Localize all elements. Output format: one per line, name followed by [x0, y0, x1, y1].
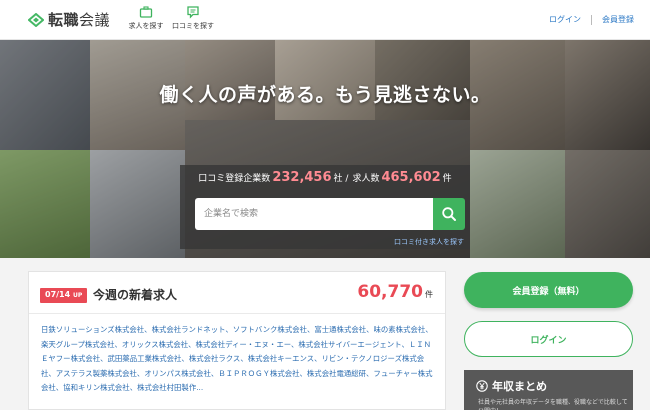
- badge-date: 07/14: [45, 290, 71, 299]
- nav-jobs-label: 求人を探す: [128, 22, 164, 30]
- company-list[interactable]: 日鉄ソリューションズ株式会社、株式会社ランドネット、ソフトバンク株式会社、富士通…: [41, 323, 435, 396]
- new-jobs-count[interactable]: 60,770 件: [357, 282, 433, 302]
- jobs-count: 465,602: [381, 170, 441, 185]
- new-jobs-count-unit: 件: [425, 290, 433, 299]
- comment-icon: [187, 6, 199, 19]
- search-icon: [442, 207, 456, 221]
- update-badge: 07/14 UP: [40, 288, 88, 303]
- search-button[interactable]: [433, 198, 465, 230]
- review-jobs-link[interactable]: 口コミ付き求人を探す: [394, 237, 464, 247]
- site-logo[interactable]: 転職会議: [28, 9, 110, 30]
- companies-count: 232,456: [272, 170, 332, 185]
- header-divider: [591, 14, 592, 25]
- salary-summary-banner[interactable]: 年収まとめ 社員や元社員の年収データを職種、役職などで比較して公開中！: [464, 370, 633, 410]
- logo-sub: 会議: [79, 11, 111, 29]
- search-box: [195, 198, 433, 230]
- search-panel: 口コミ付き求人を探す: [180, 189, 470, 249]
- login-button[interactable]: ログイン: [464, 321, 633, 357]
- hero-headline: 働く人の声がある。もう見逃さない。: [159, 84, 491, 106]
- salary-subtitle: 社員や元社員の年収データを職種、役職などで比較して公開中！: [478, 399, 628, 410]
- companies-unit: 社 /: [333, 174, 349, 184]
- logo-main: 転職: [48, 11, 80, 29]
- nav-reviews-label: 口コミを探す: [172, 22, 214, 30]
- new-jobs-count-value: 60,770: [357, 282, 423, 302]
- hero-banner: 働く人の声がある。もう見逃さない。 口コミ登録企業数 232,456 社 / 求…: [0, 40, 650, 258]
- logo-text: 転職会議: [48, 9, 110, 30]
- briefcase-icon: [139, 6, 153, 18]
- register-button[interactable]: 会員登録（無料）: [464, 272, 633, 308]
- stats-companies-label: 口コミ登録企業数: [198, 174, 271, 184]
- salary-title-text: 年収まとめ: [492, 380, 547, 393]
- badge-suffix: UP: [72, 292, 83, 299]
- jobs-label: 求人数: [352, 174, 380, 184]
- salary-title: 年収まとめ: [476, 378, 547, 394]
- company-search-input[interactable]: [195, 198, 433, 230]
- yen-coin-icon: [476, 380, 488, 392]
- stats-bar: 口コミ登録企業数 232,456 社 / 求人数 465,602 件: [180, 165, 470, 189]
- header-account-links: ログイン 会員登録: [549, 14, 634, 25]
- new-jobs-card: 07/14 UP 今週の新着求人 60,770 件 日鉄ソリューションズ株式会社、…: [28, 271, 446, 410]
- logo-diamond-icon: [28, 12, 44, 27]
- jobs-unit: 件: [442, 174, 452, 184]
- new-jobs-title[interactable]: 今週の新着求人: [93, 286, 177, 303]
- new-jobs-header: 07/14 UP 今週の新着求人 60,770 件: [29, 272, 445, 314]
- header-login-link[interactable]: ログイン: [549, 14, 581, 25]
- site-header: 転職会議 求人を探す 口コミを探す ログイン 会員登録: [0, 0, 650, 40]
- header-register-link[interactable]: 会員登録: [602, 14, 634, 25]
- nav-reviews-button[interactable]: 口コミを探す: [165, 5, 221, 31]
